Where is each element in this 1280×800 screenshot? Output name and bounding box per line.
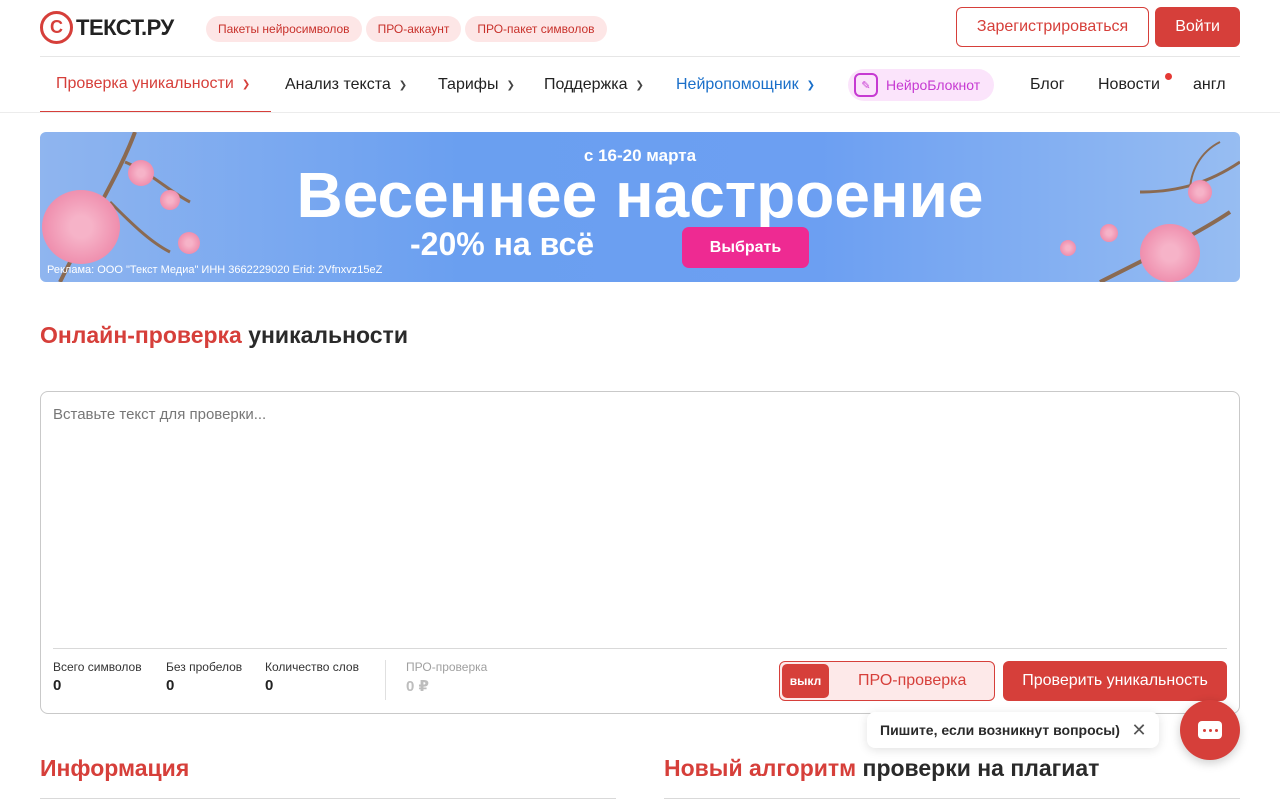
register-button[interactable]: Зарегистрироваться (955, 7, 1150, 47)
chat-icon (1198, 721, 1222, 739)
nav-text-analysis[interactable]: Анализ текста ❯ (285, 57, 407, 113)
chat-prompt-bubble[interactable]: Пишите, если возникнут вопросы) ✕ (867, 712, 1159, 748)
algo-heading: Новый алгоритм проверки на плагиат (664, 755, 1099, 782)
page-title-accent: Онлайн-проверка (40, 322, 242, 348)
flower-right-bud-2 (1060, 240, 1076, 256)
nav-label: Новости (1098, 76, 1160, 93)
promo-pills: Пакеты нейросимволов ПРО-аккаунт ПРО-пак… (206, 16, 607, 42)
algo-heading-rest: проверки на плагиат (856, 755, 1100, 781)
stat-label: ПРО-проверка (406, 660, 488, 674)
banner-choose-button[interactable]: Выбрать (682, 227, 809, 268)
text-input[interactable] (53, 406, 1223, 636)
stat-pro-check-price: ПРО-проверка 0 ₽ (406, 660, 487, 695)
chat-open-button[interactable] (1180, 700, 1240, 760)
flower-left-bud-2 (178, 232, 200, 254)
banner-title: Весеннее настроение (296, 159, 984, 231)
page-title: Онлайн-проверка уникальности (40, 322, 408, 349)
chevron-down-icon: ❯ (806, 79, 815, 91)
nav-neuro-notebook[interactable]: ✎ НейроБлокнот (848, 57, 995, 113)
promo-banner[interactable]: с 16-20 марта Весеннее настроение -20% н… (40, 132, 1240, 282)
stat-word-count: Количество слов 0 (265, 660, 359, 694)
nav-blog[interactable]: Блог (1030, 57, 1065, 113)
pill-pro-account[interactable]: ПРО-аккаунт (365, 16, 462, 42)
stat-no-spaces: Без пробелов 0 (166, 660, 242, 694)
toggle-label: ПРО-проверка (858, 672, 967, 689)
login-button[interactable]: Войти (1155, 7, 1240, 47)
pro-check-toggle[interactable]: выкл ПРО-проверка (779, 661, 995, 701)
algo-divider (664, 798, 1240, 799)
page-title-rest: уникальности (241, 322, 408, 348)
chevron-down-icon: ❯ (635, 79, 644, 91)
flower-right-large (1140, 224, 1200, 282)
notebook-icon: ✎ (854, 73, 878, 97)
close-icon[interactable]: ✕ (1129, 720, 1149, 740)
stat-total-chars: Всего символов 0 (53, 660, 142, 694)
stat-value: 0 (53, 677, 62, 694)
chevron-down-icon: ❯ (398, 79, 408, 91)
nav-label: НейроБлокнот (886, 77, 981, 93)
nav-tariffs[interactable]: Тарифы ❯ (438, 57, 515, 113)
nav-label: Проверка уникальности (56, 75, 234, 92)
chevron-down-icon: ❯ (506, 79, 515, 91)
nav-language[interactable]: англ (1193, 57, 1226, 113)
info-heading: Информация (40, 755, 189, 782)
nav-support[interactable]: Поддержка ❯ (544, 57, 644, 113)
stat-value: 0 (166, 677, 175, 694)
nav-news[interactable]: Новости (1098, 57, 1160, 113)
stat-value: 0 (265, 677, 274, 694)
nav-label: Поддержка (544, 76, 628, 93)
stats-separator (385, 660, 386, 700)
main-nav: Проверка уникальности ❯ Анализ текста ❯ Та… (40, 57, 1240, 113)
info-heading-text: Информация (40, 755, 190, 781)
chat-prompt-text: Пишите, если возникнут вопросы) (880, 722, 1120, 738)
stat-label: Без пробелов (166, 660, 243, 674)
nav-neuro-assistant[interactable]: Нейропомощник ❯ (676, 57, 815, 113)
algo-heading-accent: Новый алгоритм (664, 755, 857, 781)
stat-label: Всего символов (53, 660, 142, 674)
logo-text: ТЕКСТ.РУ (76, 14, 174, 40)
nav-label: Нейропомощник (676, 76, 799, 93)
logo[interactable]: С ТЕКСТ.РУ (40, 11, 174, 44)
auth-buttons: Зарегистрироваться Войти (955, 7, 1240, 47)
logo-mark: С (40, 11, 73, 44)
nav-divider (0, 112, 1280, 113)
nav-label: Блог (1030, 76, 1065, 93)
check-uniqueness-button[interactable]: Проверить уникальность (1003, 661, 1227, 701)
top-bar: С ТЕКСТ.РУ Пакеты нейросимволов ПРО-акка… (40, 0, 1240, 57)
nav-label: англ (1193, 76, 1226, 93)
neuro-notebook-pill: ✎ НейроБлокнот (848, 69, 995, 101)
banner-sale: -20% на всё (410, 226, 595, 262)
card-divider (53, 648, 1227, 649)
stat-value: 0 ₽ (406, 678, 429, 695)
nav-uniqueness-check[interactable]: Проверка уникальности ❯ (40, 57, 271, 113)
text-check-card: Всего символов 0 Без пробелов 0 Количест… (40, 391, 1240, 714)
chevron-down-icon: ❯ (241, 78, 251, 90)
pill-pro-symbols[interactable]: ПРО-пакет символов (465, 16, 607, 42)
stat-label: Количество слов (265, 660, 359, 674)
toggle-state: выкл (782, 664, 829, 698)
banner-ad-note: Реклама: ООО "Текст Медиа" ИНН 366222902… (47, 264, 383, 276)
nav-label: Анализ текста (285, 76, 391, 93)
news-badge-dot (1165, 73, 1172, 80)
pill-neuro-packages[interactable]: Пакеты нейросимволов (206, 16, 362, 42)
nav-label: Тарифы (438, 76, 499, 93)
info-divider (40, 798, 616, 799)
